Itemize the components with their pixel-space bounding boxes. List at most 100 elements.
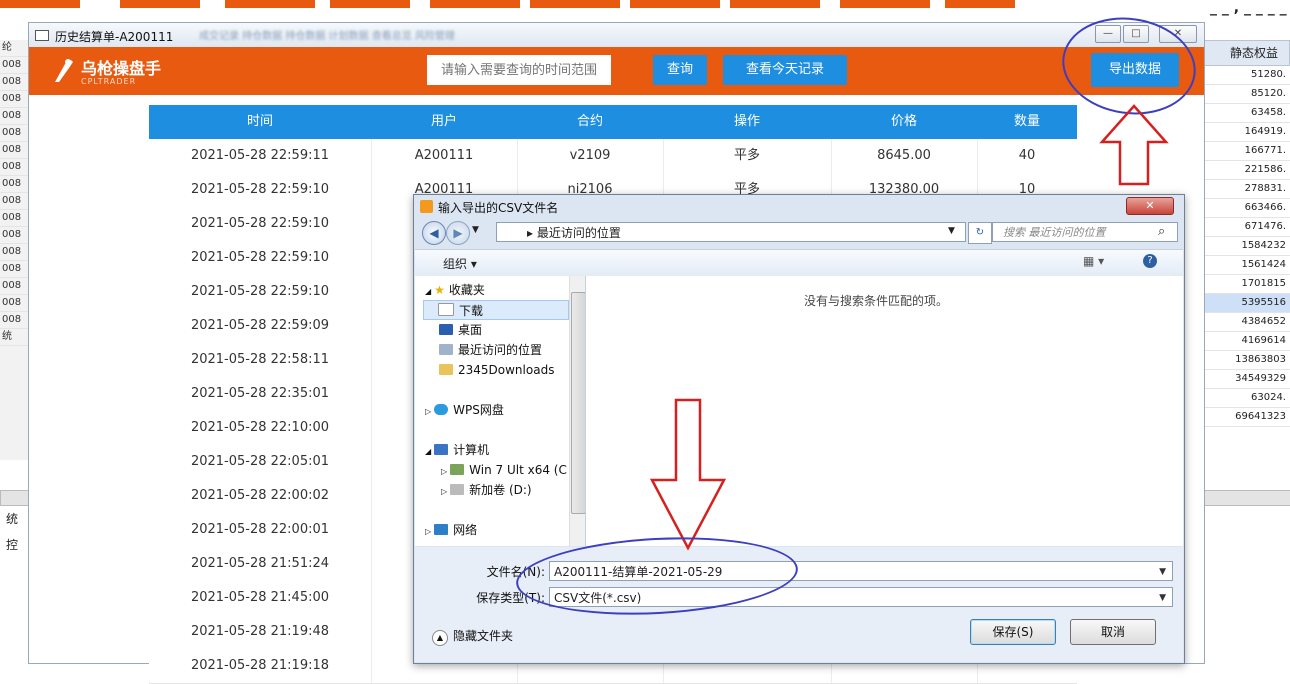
organize-menu[interactable]: 组织 ▾	[443, 255, 477, 272]
table-cell-time: 2021-05-28 22:59:10	[149, 275, 372, 309]
nav-recent-label: 最近访问的位置	[458, 343, 543, 357]
expand-arrow-icon[interactable]: ▷	[425, 527, 431, 536]
query-button[interactable]: 查询	[653, 55, 707, 85]
chevron-down-icon[interactable]: ▼	[1159, 562, 1166, 582]
background-left-cell: 统	[0, 329, 28, 346]
annotation-arrow-up	[1099, 104, 1169, 186]
nav-favorites[interactable]: ◢ ★ 收藏夹	[425, 280, 485, 300]
folder-icon	[439, 364, 453, 375]
background-right-cell: 221586.	[1203, 161, 1290, 180]
hide-folders-toggle[interactable]: ▲ 隐藏文件夹	[432, 627, 513, 646]
cancel-button[interactable]: 取消	[1070, 619, 1156, 645]
background-left-column: 纶 008 008 008 008 008 008 008 008 008 008 008 008 008…	[0, 40, 29, 460]
background-tab-strip	[330, 0, 410, 8]
desktop-icon	[439, 324, 453, 335]
logo-subtext: CPLTRADER	[81, 77, 137, 86]
chevron-down-icon[interactable]: ▼	[1159, 588, 1166, 608]
view-options-icon[interactable]: ▦ ▾	[1083, 254, 1104, 268]
logo-icon	[55, 59, 73, 82]
column-header-contract[interactable]: 合约	[517, 105, 663, 139]
background-right-cell: 164919.	[1203, 123, 1290, 142]
background-left-cell: 008	[0, 312, 28, 329]
column-header-price[interactable]: 价格	[831, 105, 977, 139]
table-cell-time: 2021-05-28 22:35:01	[149, 377, 372, 411]
table-row[interactable]: 2021-05-28 22:59:11 A200111 v2109 平多 8645.00…	[149, 139, 1077, 174]
window-icon	[35, 30, 49, 41]
background-tab-strip	[430, 0, 520, 8]
background-left-cell: 008	[0, 176, 28, 193]
background-right-cell: 85120.	[1203, 85, 1290, 104]
background-left-cell: 008	[0, 244, 28, 261]
table-cell-time: 2021-05-28 22:10:00	[149, 411, 372, 445]
dialog-close-button[interactable]: ✕	[1126, 197, 1174, 215]
background-right-column: 静态权益 51280. 85120. 63458. 164919. 166771. 221…	[1203, 40, 1290, 427]
drive-icon	[450, 464, 465, 475]
nav-desktop[interactable]: 桌面	[439, 320, 482, 340]
background-left-divider	[0, 490, 30, 506]
app-header: 乌枪操盘手 CPLTRADER 查询 查看今天记录 导出数据	[29, 47, 1204, 95]
nav-downloads[interactable]: 下载	[423, 300, 569, 320]
expand-arrow-icon[interactable]: ◢	[425, 447, 431, 456]
background-left-cell: 008	[0, 159, 28, 176]
background-right-cell: 13863803	[1203, 351, 1290, 370]
column-header-user[interactable]: 用户	[371, 105, 517, 139]
nav-scrollbar-thumb[interactable]	[571, 292, 585, 514]
time-range-search-input[interactable]	[427, 55, 611, 85]
logo-text: 乌枪操盘手	[81, 59, 162, 78]
expand-arrow-icon[interactable]: ◢	[425, 287, 431, 296]
forward-arrow-icon[interactable]: ▶	[446, 221, 470, 245]
background-right-cell: 4169614	[1203, 332, 1290, 351]
address-path[interactable]: ▸ 最近访问的位置	[496, 222, 966, 242]
back-arrow-icon[interactable]: ◀	[422, 221, 446, 245]
table-cell-qty: 40	[1018, 148, 1036, 163]
save-button[interactable]: 保存(S)	[970, 619, 1056, 645]
no-match-message: 没有与搜索条件匹配的项。	[804, 294, 949, 308]
background-tab-strip	[630, 0, 720, 8]
background-left-cell: 008	[0, 125, 28, 142]
nav-newvol-label: 新加卷 (D:)	[469, 483, 532, 497]
network-icon	[434, 524, 449, 535]
background-left-cell: 008	[0, 295, 28, 312]
background-right-divider	[1203, 490, 1290, 506]
column-header-operation[interactable]: 操作	[663, 105, 831, 139]
address-dropdown-icon[interactable]: ▼	[948, 226, 955, 236]
dialog-app-icon	[420, 200, 433, 213]
background-left-cell: 008	[0, 261, 28, 278]
table-cell-contract: v2109	[517, 139, 664, 173]
background-tab-strip	[945, 0, 1015, 8]
background-right-cell: 69641323	[1203, 408, 1290, 427]
nav-computer[interactable]: ◢ 计算机	[425, 440, 489, 460]
nav-scrollbar[interactable]	[569, 276, 585, 546]
background-right-cell: 166771.	[1203, 142, 1290, 161]
table-cell-time: 2021-05-28 22:59:09	[149, 309, 372, 343]
expand-arrow-icon[interactable]: ▷	[441, 487, 447, 496]
background-right-cell: 1584232	[1203, 237, 1290, 256]
nav-wps-label: WPS网盘	[453, 403, 504, 417]
right-column-header[interactable]: 静态权益	[1203, 40, 1290, 66]
recent-places-icon	[439, 344, 453, 355]
background-right-cell: 671476.	[1203, 218, 1290, 237]
history-dropdown-icon[interactable]: ▼	[472, 225, 479, 235]
nav-wps[interactable]: ▷ WPS网盘	[425, 400, 504, 420]
column-header-quantity[interactable]: 数量	[977, 105, 1077, 139]
view-today-records-button[interactable]: 查看今天记录	[723, 55, 847, 85]
expand-arrow-icon[interactable]: ▷	[425, 407, 431, 416]
table-cell-price: 8645.00	[831, 139, 978, 173]
column-header-time[interactable]: 时间	[149, 105, 371, 139]
star-icon: ★	[434, 283, 445, 297]
refresh-icon[interactable]: ↻	[968, 222, 992, 244]
dialog-title: 输入导出的CSV文件名	[438, 201, 559, 215]
nav-win7-drive[interactable]: ▷ Win 7 Ult x64 (C	[441, 460, 567, 480]
search-icon[interactable]: ⌕	[1158, 224, 1165, 239]
nav-recent[interactable]: 最近访问的位置	[439, 340, 542, 360]
help-icon[interactable]: ?	[1143, 254, 1157, 268]
drive-icon	[450, 484, 465, 495]
expand-arrow-icon[interactable]: ▷	[441, 467, 447, 476]
dialog-search-input[interactable]: 搜索 最近访问的位置	[992, 222, 1178, 242]
table-cell-user: A200111	[371, 139, 518, 173]
table-cell-time: 2021-05-28 22:59:10	[149, 173, 372, 207]
nav-new-volume[interactable]: ▷ 新加卷 (D:)	[441, 480, 532, 500]
nav-2345downloads[interactable]: 2345Downloads	[439, 360, 554, 380]
nav-network[interactable]: ▷ 网络	[425, 520, 477, 540]
background-left-cell: 008	[0, 193, 28, 210]
